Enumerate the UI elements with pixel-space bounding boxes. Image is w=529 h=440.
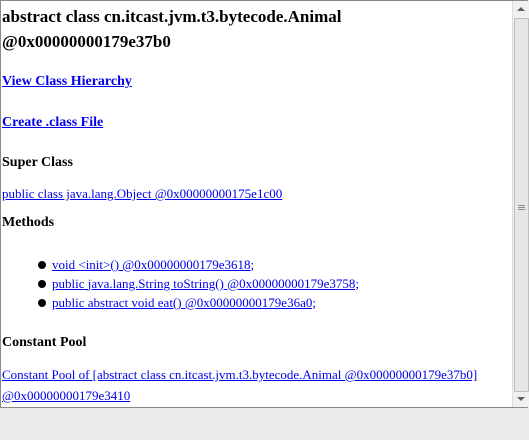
scrollbar-thumb[interactable] [514,18,529,392]
triangle-down-icon [517,397,525,401]
super-class-link[interactable]: public class java.lang.Object @0x0000000… [2,186,282,202]
bullet-dot-icon [38,279,46,288]
page-title: abstract class cn.itcast.jvm.t3.bytecode… [2,7,342,51]
scroll-up-button[interactable] [513,1,529,17]
method-link[interactable]: public java.lang.String toString() @0x00… [52,276,359,292]
method-link[interactable]: public abstract void eat() @0x0000000017… [52,295,316,311]
document-content: abstract class cn.itcast.jvm.t3.bytecode… [1,1,511,407]
list-item: void <init>() @0x00000000179e3618; [38,255,359,274]
grip-line [518,209,525,210]
scroll-down-button[interactable] [513,391,529,407]
view-class-hierarchy-link[interactable]: View Class Hierarchy [2,74,132,90]
status-area [0,408,529,440]
constant-pool-heading: Constant Pool [2,335,87,350]
bullet-dot-icon [38,298,46,307]
vertical-scrollbar[interactable] [512,1,529,407]
list-item: public java.lang.String toString() @0x00… [38,274,359,293]
method-link[interactable]: void <init>() @0x00000000179e3618; [52,257,254,273]
grip-line [518,207,525,208]
create-class-file-link[interactable]: Create .class File [2,115,103,131]
grip-line [518,205,525,206]
constant-pool-link[interactable]: Constant Pool of [abstract class cn.itca… [2,364,507,406]
list-item: public abstract void eat() @0x0000000017… [38,293,359,312]
bullet-dot-icon [38,260,46,269]
methods-list: void <init>() @0x00000000179e3618; publi… [38,255,359,312]
triangle-up-icon [517,7,525,11]
methods-heading: Methods [2,215,55,230]
document-frame: abstract class cn.itcast.jvm.t3.bytecode… [0,0,529,408]
super-class-heading: Super Class [2,155,73,170]
